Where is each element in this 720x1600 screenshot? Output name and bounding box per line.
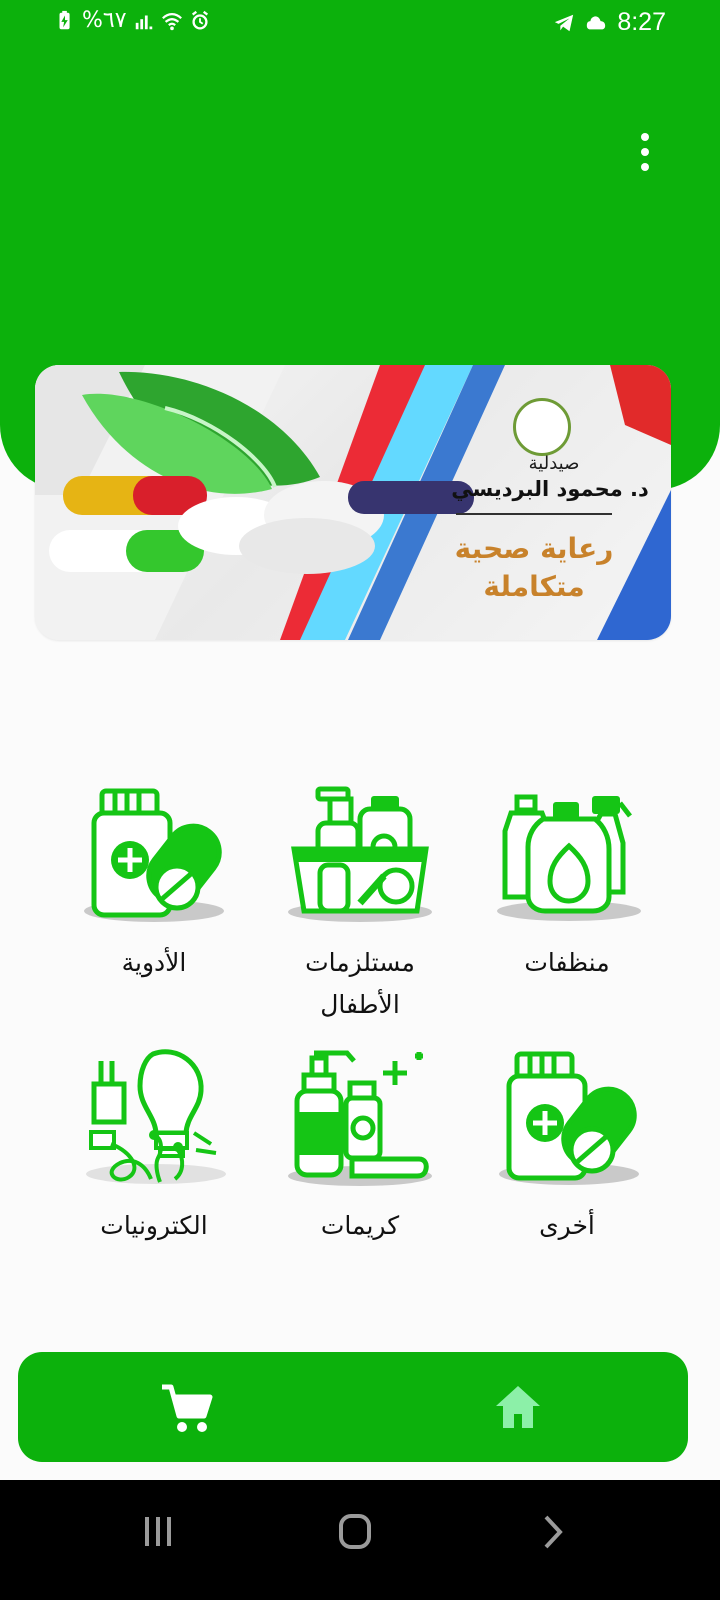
creams-icon — [288, 1050, 432, 1186]
cart-icon[interactable] — [155, 1379, 215, 1435]
home-icon[interactable] — [488, 1379, 548, 1435]
category-grid: الأدوية مستلزمات الأطفال منظفات الكتروني… — [0, 770, 720, 1270]
status-time: 8:27 — [617, 8, 666, 36]
status-left: %٦٧ — [54, 8, 211, 33]
category-other[interactable]: أخرى — [482, 1048, 652, 1247]
more-options-button[interactable] — [627, 130, 663, 174]
system-navigation-bar — [0, 1480, 720, 1600]
category-medicines[interactable]: الأدوية — [69, 785, 239, 984]
other-medicine-icon — [499, 1051, 639, 1185]
app-screen: %٦٧ 8:27 صيدلية د. محمود البرديسي رعاية … — [0, 0, 720, 1600]
category-label: الأدوية — [121, 948, 187, 977]
promo-banner[interactable]: صيدلية د. محمود البرديسي رعاية صحية متكا… — [35, 365, 671, 640]
home-system-icon[interactable] — [325, 1507, 385, 1557]
menu-dot — [641, 148, 649, 156]
banner-doctor-name: د. محمود البرديسي — [451, 477, 649, 501]
status-bar: %٦٧ 8:27 — [0, 0, 720, 46]
category-label: منظفات — [524, 948, 610, 977]
electronics-icon — [86, 1049, 226, 1184]
category-baby-supplies[interactable]: مستلزمات الأطفال — [275, 785, 445, 1026]
medicine-icon — [84, 788, 224, 922]
category-creams[interactable]: كريمات — [275, 1048, 445, 1247]
menu-dot — [641, 163, 649, 171]
status-right: 8:27 — [553, 8, 666, 37]
alarm-icon — [191, 10, 208, 29]
battery-percentage: %٦٧ — [82, 8, 127, 33]
category-electronics[interactable]: الكترونيات — [69, 1048, 239, 1247]
back-icon[interactable] — [522, 1507, 582, 1557]
telegram-icon — [555, 14, 574, 31]
baby-supplies-icon — [288, 786, 432, 922]
pharmacy-logo — [513, 398, 571, 456]
battery-charging-icon — [59, 10, 70, 29]
recent-apps-icon[interactable] — [129, 1507, 189, 1557]
banner-pharmacy-label: صيدلية — [528, 453, 580, 474]
category-label: كريمات — [320, 1211, 400, 1240]
banner-divider — [456, 513, 612, 515]
wifi-icon — [161, 12, 182, 30]
more-vertical-icon — [641, 133, 649, 141]
category-cleaning[interactable]: منظفات — [482, 785, 652, 984]
cloud-icon — [587, 15, 606, 29]
signal-icon — [135, 15, 152, 29]
category-label: أخرى — [539, 1211, 595, 1240]
cleaning-products-icon — [497, 794, 641, 921]
category-label: مستلزمات الأطفال — [305, 948, 415, 1019]
category-label: الكترونيات — [100, 1211, 208, 1240]
banner-slogan: رعاية صحية متكاملة — [454, 532, 614, 603]
bottom-navigation — [18, 1352, 688, 1462]
